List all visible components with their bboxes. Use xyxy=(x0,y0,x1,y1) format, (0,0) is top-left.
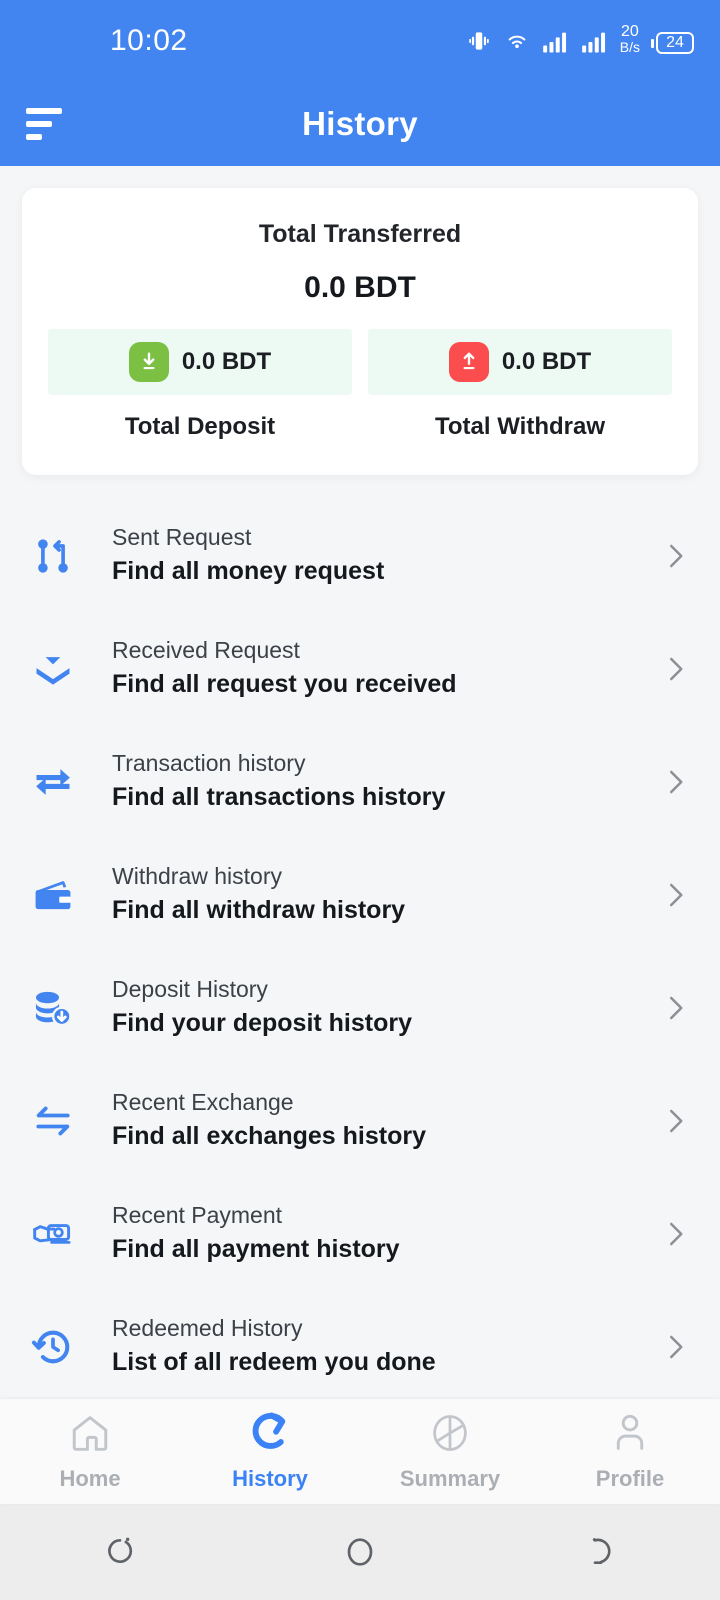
total-withdraw-value: 0.0 BDT xyxy=(501,348,592,375)
nav-label: Profile xyxy=(595,1466,665,1491)
person-icon xyxy=(606,1411,654,1460)
network-speed-unit: B/s xyxy=(619,39,640,55)
app-bar: History xyxy=(0,82,720,166)
chevron-right-icon xyxy=(660,1332,690,1362)
list-item-title: Recent Payment xyxy=(112,1202,283,1229)
signal-icon xyxy=(542,30,570,54)
list-item-subtitle: Find all payment history xyxy=(112,1235,400,1264)
chevron-right-icon xyxy=(660,880,690,910)
home-icon xyxy=(66,1411,114,1460)
hand-money-icon xyxy=(22,1212,84,1256)
total-deposit-caption: Total Deposit xyxy=(124,413,276,440)
pull-request-icon xyxy=(22,534,84,578)
list-item-recent-exchange[interactable]: Recent Exchange Find all exchanges histo… xyxy=(0,1064,720,1177)
signal-icon xyxy=(581,30,609,54)
pie-chart-icon xyxy=(426,1411,474,1460)
list-item-title: Recent Exchange xyxy=(112,1089,294,1116)
chevron-right-icon xyxy=(660,1106,690,1136)
total-transferred-amount: 0.0 BDT xyxy=(304,271,416,304)
recents-button[interactable] xyxy=(0,1532,240,1572)
list-item-title: Received Request xyxy=(112,637,300,664)
summary-card: Total Transferred 0.0 BDT 0.0 BDT Total … xyxy=(22,188,698,475)
total-transferred-label: Total Transferred xyxy=(258,220,462,248)
list-item-subtitle: Find all withdraw history xyxy=(112,896,406,925)
list-item-subtitle: Find all money request xyxy=(112,557,385,586)
chevron-right-icon xyxy=(660,1219,690,1249)
chevron-right-icon xyxy=(660,767,690,797)
double-chevron-down-icon xyxy=(22,647,84,691)
nav-item-history[interactable]: History xyxy=(180,1411,360,1492)
list-item-title: Redeemed History xyxy=(112,1315,303,1342)
chevron-right-icon xyxy=(660,993,690,1023)
nav-label: History xyxy=(232,1466,308,1491)
battery-level: 24 xyxy=(656,32,694,54)
hamburger-menu-icon[interactable] xyxy=(26,108,62,140)
status-bar: 10:02 20 B/s 24 xyxy=(0,0,720,82)
status-bar-clock: 10:02 xyxy=(110,24,188,57)
battery-icon: 24 xyxy=(651,32,694,54)
network-speed-indicator: 20 B/s xyxy=(619,23,640,55)
coins-download-icon xyxy=(22,986,84,1030)
total-withdraw-caption: Total Withdraw xyxy=(435,413,605,440)
wallet-icon xyxy=(22,873,84,917)
list-item-recent-payment[interactable]: Recent Payment Find all payment history xyxy=(0,1177,720,1290)
list-item-deposit-history[interactable]: Deposit History Find your deposit histor… xyxy=(0,951,720,1064)
summary-card-zone: Total Transferred 0.0 BDT 0.0 BDT Total … xyxy=(0,166,720,475)
list-item-withdraw-history[interactable]: Withdraw history Find all withdraw histo… xyxy=(0,838,720,951)
list-item-title: Withdraw history xyxy=(112,863,282,890)
exchange-arrows-icon xyxy=(22,760,84,804)
total-deposit-stat: 0.0 BDT Total Deposit xyxy=(48,329,352,441)
list-item-received-request[interactable]: Received Request Find all request you re… xyxy=(0,612,720,725)
vibrate-icon xyxy=(466,28,492,54)
total-deposit-value: 0.0 BDT xyxy=(181,348,272,375)
list-item-subtitle: Find all transactions history xyxy=(112,783,446,812)
total-withdraw-stat: 0.0 BDT Total Withdraw xyxy=(368,329,672,441)
list-item-sent-request[interactable]: Sent Request Find all money request xyxy=(0,499,720,612)
chevron-right-icon xyxy=(660,541,690,571)
clock-rotate-left-icon xyxy=(22,1325,84,1369)
home-button[interactable] xyxy=(240,1532,480,1572)
list-item-subtitle: Find all exchanges history xyxy=(112,1122,426,1151)
wifi-icon xyxy=(503,28,531,54)
list-item-title: Transaction history xyxy=(112,750,306,777)
list-item-subtitle: Find all request you received xyxy=(112,670,457,699)
history-menu-list: Sent Request Find all money request Rece… xyxy=(0,475,720,1399)
history-icon xyxy=(246,1411,294,1460)
nav-item-summary[interactable]: Summary xyxy=(360,1411,540,1492)
list-item-subtitle: Find your deposit history xyxy=(112,1009,413,1038)
list-item-subtitle: List of all redeem you done xyxy=(112,1348,436,1377)
list-item-transaction-history[interactable]: Transaction history Find all transaction… xyxy=(0,725,720,838)
back-button[interactable] xyxy=(480,1532,720,1572)
bottom-navigation: Home History Summary Profile xyxy=(0,1399,720,1504)
app-screen: 10:02 20 B/s 24 History Total Transferre… xyxy=(0,0,720,1600)
nav-label: Summary xyxy=(399,1466,501,1491)
chevron-right-icon xyxy=(660,654,690,684)
upload-arrow-icon xyxy=(448,342,489,382)
swap-arrows-icon xyxy=(22,1099,84,1143)
nav-item-home[interactable]: Home xyxy=(0,1411,180,1492)
list-item-title: Sent Request xyxy=(112,524,252,551)
network-speed-value: 20 xyxy=(620,23,639,40)
list-item-redeemed-history[interactable]: Redeemed History List of all redeem you … xyxy=(0,1290,720,1399)
nav-item-profile[interactable]: Profile xyxy=(540,1411,720,1492)
android-system-bar xyxy=(0,1504,720,1600)
list-item-title: Deposit History xyxy=(112,976,268,1003)
nav-label: Home xyxy=(59,1466,121,1491)
download-arrow-icon xyxy=(128,342,169,382)
page-title: History xyxy=(302,105,418,142)
